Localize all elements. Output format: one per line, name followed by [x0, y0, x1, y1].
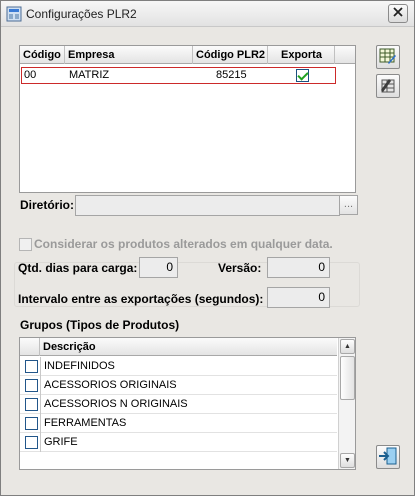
scroll-up-button[interactable]: ▲ [340, 339, 355, 354]
diretorio-label: Diretório: [20, 198, 74, 212]
list-item[interactable]: INDEFINIDOS [20, 357, 337, 376]
edit-grid-button[interactable] [376, 45, 400, 69]
versao-input[interactable]: 0 [267, 257, 330, 278]
close-icon [393, 7, 403, 20]
grupo-label: GRIFE [40, 433, 337, 452]
refresh-grid-button[interactable] [376, 74, 400, 98]
col-check [20, 338, 40, 356]
grid-edit-icon [379, 47, 397, 68]
scroll-thumb[interactable] [340, 356, 355, 400]
exporta-checkbox[interactable] [296, 69, 309, 82]
window-title: Configurações PLR2 [26, 7, 137, 21]
cell-codigo: 00 [24, 69, 37, 81]
client-area: Código Empresa Código PLR2 Exporta 00 MA… [5, 32, 410, 492]
grupo-label: ACESSORIOS N ORIGINAIS [40, 395, 337, 414]
grupos-title: Grupos (Tipos de Produtos) [20, 318, 180, 332]
plr-grid-header: Código Empresa Código PLR2 Exporta [20, 46, 355, 64]
versao-label: Versão: [218, 261, 262, 275]
grupos-scrollbar[interactable]: ▲ ▼ [338, 338, 355, 469]
col-exporta[interactable]: Exporta [268, 46, 335, 64]
grupo-checkbox[interactable] [25, 417, 38, 430]
diretorio-input[interactable] [75, 195, 340, 216]
exit-button[interactable] [376, 445, 400, 469]
cell-codigo-plr2: 85215 [216, 69, 247, 81]
grupo-label: ACESSORIOS ORIGINAIS [40, 376, 337, 395]
window: Configurações PLR2 Código Empresa Código… [0, 0, 415, 496]
col-codigo[interactable]: Código [20, 46, 65, 64]
grupo-checkbox[interactable] [25, 379, 38, 392]
grupo-checkbox[interactable] [25, 436, 38, 449]
list-item[interactable]: FERRAMENTAS [20, 414, 337, 433]
browse-button[interactable]: ... [339, 195, 358, 215]
grid-refresh-icon [379, 76, 397, 97]
list-item[interactable]: GRIFE [20, 433, 337, 452]
exit-door-icon [378, 446, 398, 469]
cell-empresa: MATRIZ [69, 69, 110, 81]
grupo-checkbox[interactable] [25, 360, 38, 373]
grupo-checkbox[interactable] [25, 398, 38, 411]
considerar-checkbox[interactable] [19, 238, 32, 251]
close-button[interactable] [388, 4, 408, 23]
scroll-down-button[interactable]: ▼ [340, 453, 355, 468]
table-row[interactable]: 00 MATRIZ 85215 [21, 67, 336, 84]
col-descricao[interactable]: Descrição [40, 338, 337, 356]
grupos-grid-header: Descrição [20, 338, 337, 356]
plr-grid[interactable]: Código Empresa Código PLR2 Exporta 00 MA… [19, 45, 356, 193]
list-item[interactable]: ACESSORIOS ORIGINAIS [20, 376, 337, 395]
col-empresa[interactable]: Empresa [65, 46, 193, 64]
grupo-label: INDEFINIDOS [40, 357, 337, 376]
grupo-label: FERRAMENTAS [40, 414, 337, 433]
considerar-label: Considerar os produtos alterados em qual… [34, 237, 333, 251]
intervalo-label: Intervalo entre as exportações (segundos… [18, 292, 264, 306]
qtd-dias-input[interactable]: 0 [139, 257, 178, 278]
title-bar: Configurações PLR2 [1, 1, 414, 27]
app-icon [6, 6, 22, 22]
list-item[interactable]: ACESSORIOS N ORIGINAIS [20, 395, 337, 414]
col-codigo-plr2[interactable]: Código PLR2 [193, 46, 268, 64]
intervalo-input[interactable]: 0 [267, 287, 330, 308]
grupos-grid[interactable]: Descrição INDEFINIDOS ACESSORIOS ORIGINA… [19, 337, 356, 470]
qtd-dias-label: Qtd. dias para carga: [18, 261, 138, 275]
